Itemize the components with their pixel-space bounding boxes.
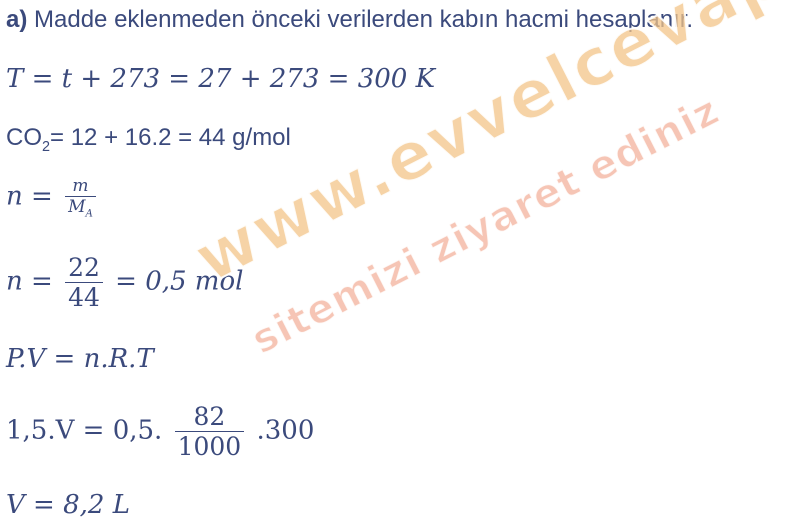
part-label: a) bbox=[6, 6, 28, 33]
fraction-m-over-ma: m MA bbox=[65, 176, 96, 219]
equation-result: V = 8,2 L bbox=[6, 490, 130, 520]
equation-gas-law: P.V = n.R.T bbox=[6, 344, 154, 374]
equation-moles-formula: n = m MA bbox=[6, 176, 100, 219]
fraction-22-over-44: 22 44 bbox=[65, 253, 103, 312]
equation-temperature: T = t + 273 = 27 + 273 = 300 K bbox=[6, 64, 436, 94]
equation-molar-mass: CO2= 12 + 16.2 = 44 g/mol bbox=[6, 124, 291, 155]
fraction-82-over-1000: 82 1000 bbox=[174, 402, 245, 461]
equation-substituted: 1,5.V = 0,5. 82 1000 .300 bbox=[6, 402, 315, 461]
